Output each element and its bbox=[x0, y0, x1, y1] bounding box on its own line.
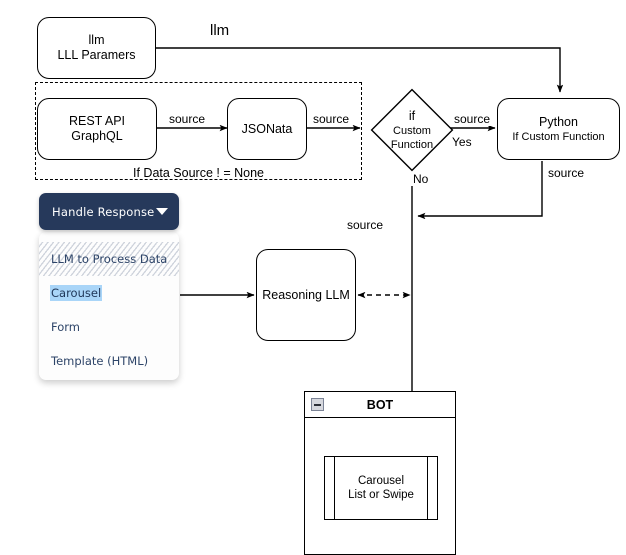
edge-label-source-decision-python: source bbox=[452, 112, 493, 126]
dropdown-header[interactable]: Handle Response bbox=[39, 193, 179, 230]
dropdown-option-template-html[interactable]: Template (HTML) bbox=[39, 344, 179, 378]
diagram-canvas: vertical trunk (dashed, bidirectional) -… bbox=[0, 0, 626, 555]
group-data-source-label: If Data Source ! = None bbox=[133, 166, 264, 180]
dropdown-option-label: Form bbox=[51, 320, 80, 334]
dropdown-option-label: LLM to Process Data bbox=[51, 252, 168, 266]
minus-glyph bbox=[314, 403, 321, 406]
node-jsonata[interactable]: JSONata bbox=[227, 98, 307, 160]
edge-label-no: No bbox=[411, 172, 431, 186]
node-carousel[interactable]: Carousel List or Swipe bbox=[324, 456, 438, 520]
edge-label-source-rest-jsonata: source bbox=[167, 112, 208, 126]
bot-panel: BOT Carousel List or Swipe bbox=[304, 391, 456, 555]
node-python[interactable]: Python If Custom Function bbox=[497, 98, 620, 160]
node-llm-params-line2: LLL Paramers bbox=[57, 48, 136, 62]
carousel-rail-right bbox=[427, 457, 428, 519]
node-reasoning-llm-label: Reasoning LLM bbox=[262, 287, 350, 302]
edge-label-source-python-down: source bbox=[546, 166, 587, 180]
edge-label-source-merge: source bbox=[345, 218, 386, 232]
dropdown-option-label: Template (HTML) bbox=[51, 354, 149, 368]
dropdown-option-label: Carousel bbox=[50, 285, 103, 301]
carousel-rail-left bbox=[334, 457, 335, 519]
node-decision-line1: if bbox=[408, 108, 416, 123]
node-decision-line2: Custom bbox=[393, 124, 431, 137]
dropdown-option-form[interactable]: Form bbox=[39, 310, 179, 344]
node-carousel-line2: List or Swipe bbox=[348, 489, 414, 501]
dropdown-option-carousel[interactable]: Carousel bbox=[39, 276, 179, 310]
node-llm-params-line1: llm bbox=[88, 33, 105, 47]
edge-label-llm: llm bbox=[208, 22, 232, 39]
node-rest-api-line2: GraphQL bbox=[71, 129, 123, 143]
dropdown-option-llm-to-process-data[interactable]: LLM to Process Data bbox=[39, 242, 179, 276]
node-decision-line3: Function bbox=[390, 138, 434, 151]
node-rest-api-line1: REST API bbox=[68, 114, 126, 128]
dropdown-option-list: LLM to Process Data Carousel Form Templa… bbox=[39, 232, 179, 380]
node-llm-params[interactable]: llm LLL Paramers bbox=[37, 17, 156, 79]
handle-response-dropdown[interactable]: Handle Response LLM to Process Data Caro… bbox=[39, 193, 179, 380]
node-carousel-line1: Carousel bbox=[357, 475, 405, 487]
edge-label-source-jsonata-decision: source bbox=[311, 112, 352, 126]
node-python-line2: If Custom Function bbox=[512, 130, 605, 143]
node-rest-api[interactable]: REST API GraphQL bbox=[37, 98, 157, 160]
node-python-line1: Python bbox=[539, 114, 578, 129]
node-jsonata-label: JSONata bbox=[241, 121, 293, 136]
node-reasoning-llm[interactable]: Reasoning LLM bbox=[256, 249, 356, 341]
dropdown-header-label: Handle Response bbox=[52, 204, 155, 219]
bot-title-bar: BOT bbox=[305, 392, 455, 418]
minus-icon[interactable] bbox=[311, 398, 324, 411]
edge-label-yes: Yes bbox=[450, 135, 474, 149]
bot-title-label: BOT bbox=[366, 397, 394, 412]
node-decision-custom-function[interactable]: if Custom Function bbox=[370, 88, 454, 172]
chevron-down-icon bbox=[156, 208, 168, 215]
